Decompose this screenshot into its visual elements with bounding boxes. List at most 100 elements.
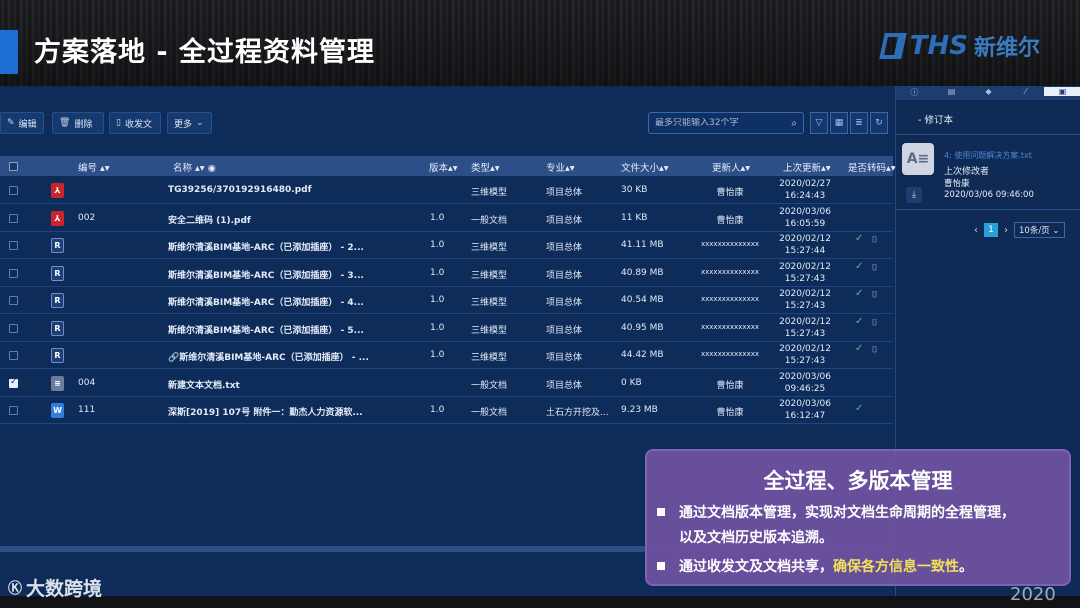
table-row[interactable]: ⅄ 002 安全二维码 (1).pdf 1.0 一般文档 项目总体 11 KB 曹怡康 2020… bbox=[0, 205, 893, 232]
rvt-file-icon: R bbox=[51, 293, 64, 308]
model-view-icon[interactable]: ⌷ bbox=[872, 345, 877, 355]
cell-discipline: 项目总体 bbox=[546, 270, 583, 281]
col-id[interactable]: 编号 ▴▾ bbox=[78, 160, 110, 174]
cell-size: 40.95 MB bbox=[621, 322, 664, 333]
cell-name[interactable]: 深斯[2019] 107号 附件一：勤杰人力资源软... bbox=[168, 405, 363, 418]
model-view-icon[interactable]: ⌷ bbox=[872, 318, 877, 328]
delete-button[interactable]: 🗑 删除 bbox=[52, 112, 104, 134]
cell-discipline: 项目总体 bbox=[546, 353, 583, 363]
cell-type: 三维模型 bbox=[471, 298, 508, 308]
highlight-text: 确保各方信息一致性 bbox=[833, 559, 959, 575]
revision-item[interactable]: A≡ 4: 使用问题解决方案.txt 上次修改者 曹怡康 2020/03/06 … bbox=[896, 134, 1080, 210]
col-discipline[interactable]: 专业▴▾ bbox=[546, 160, 575, 174]
model-view-icon[interactable]: ⌷ bbox=[872, 263, 877, 273]
cell-last-update: 2020/02/12 15:27:43 bbox=[779, 316, 831, 339]
table-row[interactable]: W 111 深斯[2019] 107号 附件一：勤杰人力资源软... 1.0 一般文档 土… bbox=[0, 397, 893, 424]
row-checkbox[interactable] bbox=[9, 377, 18, 388]
table-row[interactable]: ≡ 004 新建文本文档.txt 一般文档 项目总体 0 KB 曹怡康 2020/03/060… bbox=[0, 370, 893, 397]
send-receive-button[interactable]: ▯ 收发文 bbox=[109, 112, 161, 134]
filter-icon[interactable]: ▽ bbox=[810, 112, 828, 134]
comment-tab-icon[interactable]: ▤ bbox=[933, 87, 970, 96]
table-row[interactable]: ⅄ TG39256/370192916480.pdf 三维模型 项目总体 30 KB 曹怡… bbox=[0, 177, 893, 204]
converted-check-icon: ✓ bbox=[855, 343, 864, 354]
cell-name[interactable]: 斯维尔清溪BIM基地-ARC（已添加插座） - 5... bbox=[168, 323, 364, 336]
cell-name[interactable]: 斯维尔清溪BIM基地-ARC（已添加插座） - 3... bbox=[168, 268, 364, 281]
revision-file-name[interactable]: 4: 使用问题解决方案.txt bbox=[944, 150, 1032, 161]
cell-name[interactable]: 斯维尔清溪BIM基地-ARC（已添加插座） - 2... bbox=[168, 240, 364, 253]
col-updater[interactable]: 更新人▴▾ bbox=[712, 160, 750, 174]
cell-type: 一般文档 bbox=[471, 215, 508, 226]
edit-button[interactable]: ✎ 编辑 bbox=[0, 112, 44, 134]
cell-name[interactable]: TG39256/370192916480.pdf bbox=[168, 185, 312, 195]
row-checkbox[interactable] bbox=[9, 268, 18, 278]
cell-updater: xxxxxxxxxxxxxx bbox=[701, 350, 759, 358]
refresh-icon[interactable]: ↻ bbox=[870, 112, 888, 134]
pencil-icon: ✎ bbox=[7, 118, 15, 128]
cell-updater: 曹怡康 bbox=[716, 380, 744, 391]
callout-title: 全过程、多版本管理 bbox=[763, 469, 953, 493]
table-row[interactable]: R 斯维尔清溪BIM基地-ARC（已添加插座） - 3... 1.0 三维模型 项目总体… bbox=[0, 260, 893, 287]
cell-updater: 曹怡康 bbox=[716, 408, 744, 418]
modified-time: 2020/03/06 09:46:00 bbox=[944, 190, 1034, 200]
row-checkbox[interactable] bbox=[9, 296, 18, 305]
col-converted[interactable]: 是否转码▴▾ bbox=[848, 160, 896, 174]
col-version[interactable]: 版本▴▾ bbox=[429, 160, 458, 174]
cell-size: 44.42 MB bbox=[621, 350, 664, 360]
tag-tab-icon[interactable]: ◆ bbox=[970, 87, 1007, 96]
revision-tab-icon[interactable]: ▣ bbox=[1044, 87, 1080, 96]
next-page-icon[interactable]: › bbox=[1004, 225, 1008, 236]
cell-name[interactable]: 安全二维码 (1).pdf bbox=[168, 213, 251, 226]
prev-page-icon[interactable]: ‹ bbox=[974, 225, 978, 236]
table-row[interactable]: R 斯维尔清溪BIM基地-ARC（已添加插座） - 4... 1.0 三维模型 项目总体… bbox=[0, 287, 893, 314]
cell-name[interactable]: 新建文本文档.txt bbox=[168, 378, 240, 391]
row-checkbox[interactable] bbox=[9, 241, 18, 250]
table-row[interactable]: R 斯维尔清溪BIM基地-ARC（已添加插座） - 5... 1.0 三维模型 项目总体… bbox=[0, 315, 893, 342]
cell-last-update: 2020/02/12 15:27:43 bbox=[779, 344, 831, 366]
row-checkbox[interactable] bbox=[9, 351, 18, 360]
trash-icon: 🗑 bbox=[59, 118, 71, 128]
cell-type: 三维模型 bbox=[471, 243, 508, 253]
list-view-icon[interactable]: ≣ bbox=[850, 112, 868, 134]
rvt-file-icon: R bbox=[51, 265, 64, 281]
cell-size: 9.23 MB bbox=[621, 405, 658, 415]
search-input[interactable] bbox=[655, 118, 775, 128]
logo-cn-text: 新维尔 bbox=[973, 36, 1040, 61]
info-tab-icon[interactable]: ⓘ bbox=[896, 87, 933, 98]
cell-version: 1.0 bbox=[430, 212, 445, 223]
table-row[interactable]: R 斯维尔清溪BIM基地-ARC（已添加插座） - 2... 1.0 三维模型 项目总体… bbox=[0, 232, 893, 259]
cell-size: 30 KB bbox=[621, 185, 648, 195]
page-number[interactable]: 1 bbox=[984, 223, 998, 237]
model-view-icon[interactable]: ⌷ bbox=[872, 235, 877, 245]
col-size[interactable]: 文件大小▴▾ bbox=[621, 160, 669, 174]
row-checkbox[interactable] bbox=[9, 186, 18, 195]
edit-label: 编辑 bbox=[18, 119, 37, 130]
model-view-icon[interactable]: ⌷ bbox=[872, 290, 877, 300]
watermark-right: 2020 bbox=[1010, 584, 1056, 605]
col-last-update[interactable]: 上次更新▴▾ bbox=[783, 160, 831, 174]
more-dropdown[interactable]: 更多 ⌄ bbox=[167, 112, 212, 134]
link-tab-icon[interactable]: ⁄ bbox=[1007, 87, 1044, 96]
download-icon[interactable]: ⤓ bbox=[906, 187, 922, 203]
row-checkbox[interactable] bbox=[9, 406, 18, 415]
cell-updater: xxxxxxxxxxxxxx bbox=[701, 267, 759, 276]
row-checkbox[interactable] bbox=[9, 323, 18, 333]
grid-view-icon[interactable]: ▦ bbox=[830, 112, 848, 134]
col-type[interactable]: 类型▴▾ bbox=[471, 160, 500, 174]
table-row[interactable]: R 🔗斯维尔清溪BIM基地-ARC（已添加插座） - ... 1.0 三维模型 项目总体… bbox=[0, 342, 893, 369]
converted-check-icon: ✓ bbox=[855, 403, 864, 414]
select-all-checkbox[interactable] bbox=[9, 162, 18, 171]
watermark-left: Ⓚ 大数跨境 bbox=[8, 578, 103, 600]
row-checkbox[interactable] bbox=[9, 213, 18, 223]
modifier-name: 曹怡康 bbox=[944, 179, 970, 189]
callout-item-1: 通过文档版本管理，实现对文档生命周期的全程管理， 以及文档历史版本追溯。 bbox=[657, 501, 1015, 551]
chevron-down-icon: ⌄ bbox=[196, 118, 204, 128]
search-icon[interactable]: ⌕ bbox=[791, 118, 797, 129]
cell-id: 111 bbox=[78, 405, 96, 415]
page-size-select[interactable]: 10条/页 ⌄ bbox=[1014, 222, 1065, 238]
delete-label: 删除 bbox=[74, 119, 93, 130]
cell-name[interactable]: 🔗斯维尔清溪BIM基地-ARC（已添加插座） - ... bbox=[168, 350, 369, 363]
cell-name[interactable]: 斯维尔清溪BIM基地-ARC（已添加插座） - 4... bbox=[168, 295, 364, 308]
cell-version: 1.0 bbox=[430, 350, 445, 360]
col-name[interactable]: 名称 ▴▾ ◉ bbox=[173, 160, 216, 174]
cell-discipline: 项目总体 bbox=[546, 298, 583, 308]
